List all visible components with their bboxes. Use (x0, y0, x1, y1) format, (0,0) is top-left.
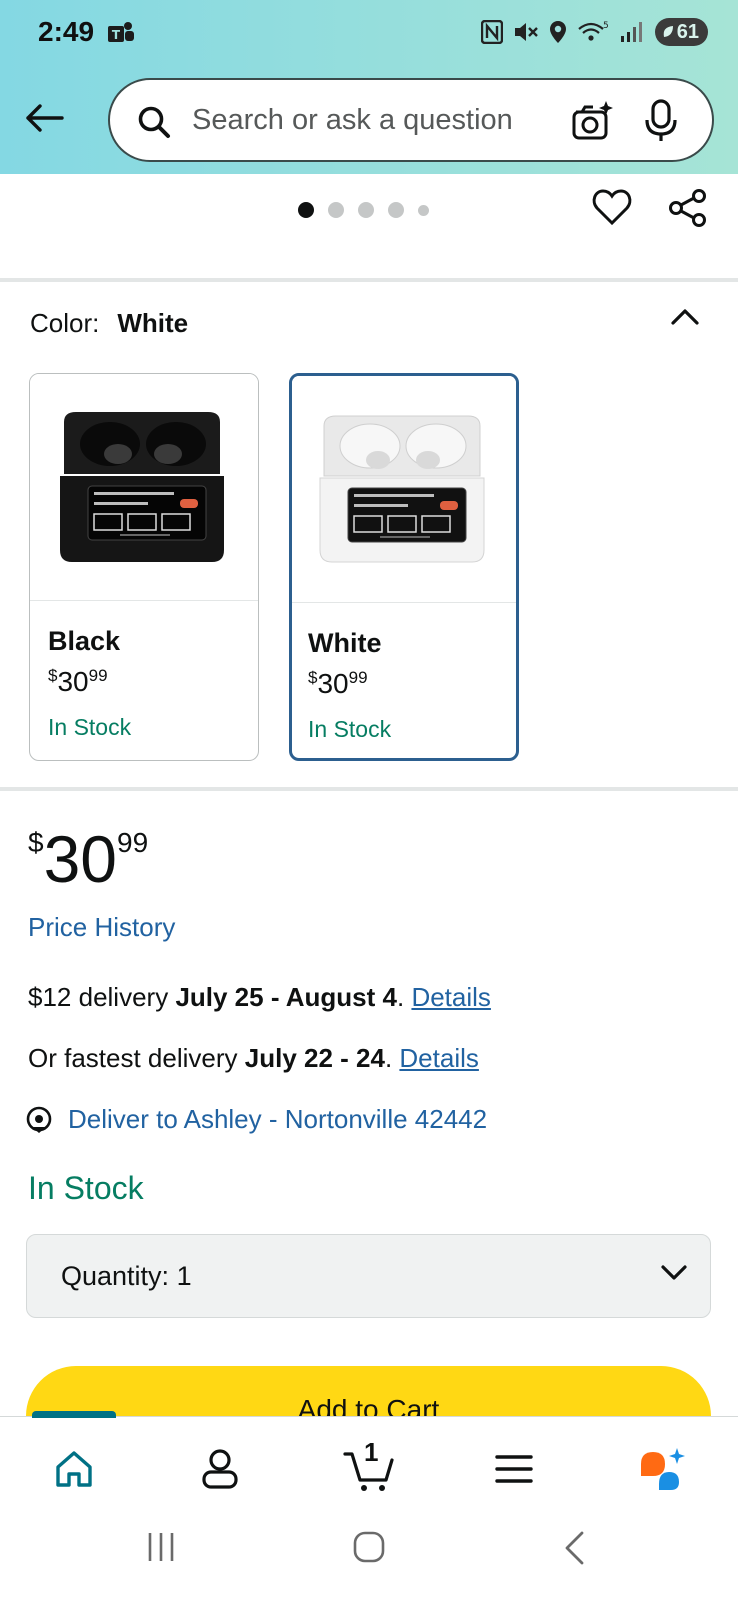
carousel-dot[interactable] (358, 202, 374, 218)
home-icon (56, 1451, 92, 1487)
price-whole: 30 (317, 668, 349, 699)
status-bar: 2:49 T 5 61 (0, 0, 738, 70)
carousel-dot[interactable] (298, 202, 314, 218)
color-label: Color: White (30, 308, 188, 339)
share-icon[interactable] (668, 188, 708, 228)
signal-icon (620, 22, 642, 42)
chevron-down-icon (661, 1265, 687, 1280)
selected-color: White (117, 308, 189, 338)
menu-icon (495, 1455, 533, 1483)
price-whole: 30 (57, 666, 89, 697)
camera-search-icon[interactable] (570, 100, 614, 142)
option-name: Black (48, 626, 121, 656)
nfc-icon (480, 20, 503, 44)
status-icons: 5 61 (480, 18, 708, 46)
option-price: $3099 (48, 666, 108, 698)
fastest-label: Or fastest delivery (28, 1043, 238, 1073)
price-symbol: $ (28, 827, 44, 858)
quantity-label-text: Quantity: (61, 1261, 170, 1291)
search-input[interactable]: Search or ask a question (192, 104, 513, 137)
location-pin-icon (26, 1106, 52, 1133)
deliver-to-text[interactable]: Deliver to Ashley - Nortonville 42442 (68, 1104, 487, 1135)
details-link[interactable]: Details (399, 1043, 478, 1073)
fastest-dates: July 22 - 24 (244, 1043, 385, 1073)
location-icon (549, 21, 566, 43)
quantity-dropdown[interactable]: Quantity: 1 (26, 1234, 711, 1318)
svg-text:5: 5 (603, 21, 609, 31)
availability-status: In Stock (28, 1170, 144, 1206)
deliver-to-link[interactable]: Deliver to Ashley - Nortonville 42442 (26, 1104, 487, 1135)
wifi-icon: 5 (578, 21, 609, 41)
delivery-dates: July 25 - August 4 (175, 982, 397, 1012)
heart-icon[interactable] (592, 188, 632, 226)
carousel-dot[interactable] (388, 202, 404, 218)
nav-rufus[interactable] (632, 1439, 692, 1499)
microphone-icon[interactable] (644, 98, 678, 144)
color-option-black[interactable]: Black $3099 In Stock (29, 373, 259, 761)
system-back-icon[interactable] (562, 1530, 586, 1566)
search-bar[interactable]: Search or ask a question (108, 78, 714, 162)
price-fraction: 99 (88, 666, 108, 685)
carousel-dot[interactable] (328, 202, 344, 218)
svg-text:T: T (112, 28, 121, 42)
battery-saver-icon (663, 26, 673, 37)
price-history-link[interactable]: Price History (28, 912, 175, 943)
color-label-text: Color: (30, 308, 100, 338)
product-price: $3099 (28, 826, 148, 892)
battery-level: 61 (676, 20, 699, 43)
product-image-black (30, 374, 258, 601)
price-whole: 30 (43, 822, 117, 896)
section-divider (0, 787, 738, 791)
price-fraction: 99 (348, 668, 368, 687)
ai-assistant-icon (641, 1448, 685, 1490)
option-name: White (308, 628, 382, 658)
quantity-label: Quantity: 1 (61, 1261, 192, 1292)
product-image-white (292, 376, 516, 603)
nav-account[interactable] (190, 1439, 250, 1499)
header: 2:49 T 5 61 Search or ask a question (0, 0, 738, 174)
delivery-cost: $12 delivery (28, 982, 169, 1012)
standard-delivery: $12 delivery July 25 - August 4. Details (28, 982, 491, 1012)
nav-home[interactable] (44, 1439, 104, 1499)
earbuds-case-white-image (292, 376, 516, 600)
status-time: 2:49 (38, 16, 95, 47)
earbuds-case-black-image (30, 374, 258, 600)
section-divider (0, 278, 738, 282)
mute-icon (514, 23, 538, 41)
battery-badge: 61 (654, 18, 708, 46)
option-stock: In Stock (308, 716, 392, 742)
carousel-dot[interactable] (418, 204, 429, 216)
cart-count: 1 (364, 1437, 379, 1467)
option-stock: In Stock (48, 714, 132, 740)
search-icon (138, 106, 170, 138)
image-carousel-dots[interactable] (298, 202, 429, 218)
teams-icon: T (108, 22, 134, 42)
color-option-white[interactable]: White $3099 In Stock (289, 373, 519, 761)
back-arrow-icon (26, 104, 64, 132)
fastest-delivery: Or fastest delivery July 22 - 24. Detail… (28, 1043, 479, 1073)
nav-cart[interactable]: 1 (336, 1437, 404, 1499)
details-link[interactable]: Details (411, 982, 490, 1012)
home-system-icon[interactable] (352, 1530, 386, 1564)
nav-menu[interactable] (484, 1439, 544, 1499)
chevron-up-icon[interactable] (670, 306, 700, 326)
back-button[interactable] (20, 94, 68, 142)
recent-apps-icon[interactable] (146, 1530, 176, 1564)
quantity-value: 1 (176, 1261, 192, 1291)
price-fraction: 99 (117, 827, 149, 858)
option-price: $3099 (308, 668, 368, 700)
system-navigation-bar (0, 1500, 738, 1600)
person-icon (202, 1449, 238, 1489)
active-tab-indicator (32, 1411, 116, 1418)
